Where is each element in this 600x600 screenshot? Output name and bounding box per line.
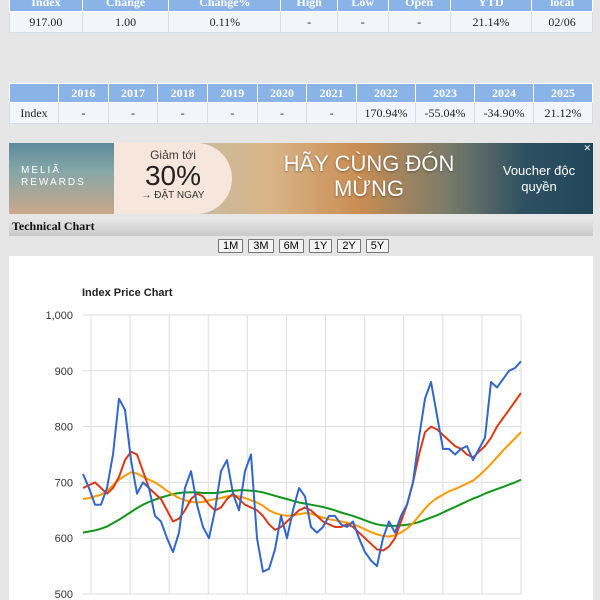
y-tick-label: 900: [55, 366, 73, 378]
summary-row: 917.00 1.00 0.11% - - - 21.14% 02/06: [9, 11, 593, 33]
yearly-cell: 21.12%: [533, 102, 593, 124]
summary-table: Index Change Change% High Low Open YTD l…: [9, 0, 593, 33]
y-tick-label: 600: [55, 533, 73, 545]
y-tick-label: 800: [55, 422, 73, 434]
chart-panel: Index Price Chart 1,000 900 800 700 600 500: [9, 256, 593, 600]
y-axis-ticks: 1,000 900 800 700 600 500: [45, 310, 73, 600]
summary-header-cell: Open: [387, 0, 451, 12]
yearly-row-label: Index: [9, 102, 59, 124]
ytd-value: 21.14%: [449, 11, 533, 33]
summary-header-cell: Change: [81, 0, 170, 12]
yearly-cell: -: [157, 102, 208, 124]
change-percent-value: 0.11%: [168, 11, 282, 33]
yearly-cell: -: [306, 102, 357, 124]
summary-header-cell: YTD: [449, 0, 533, 12]
chart-series: [82, 360, 522, 573]
high-value: -: [280, 11, 338, 33]
yearly-header-row: 2016 2017 2018 2019 2020 2021 2022 2023 …: [9, 83, 593, 103]
chart-title: Index Price Chart: [82, 287, 173, 299]
banner-headline: HÃY CÙNG ĐÓN MỪNG: [269, 151, 469, 201]
yearly-header-cell: 2018: [157, 83, 208, 103]
summary-header-cell: High: [280, 0, 338, 12]
yearly-performance-table: 2016 2017 2018 2019 2020 2021 2022 2023 …: [9, 83, 593, 124]
banner-headline-line: HÃY CÙNG ĐÓN: [283, 151, 455, 176]
yearly-cell: 170.94%: [356, 102, 416, 124]
yearly-header-cell: 2020: [256, 83, 308, 103]
summary-header-row: Index Change Change% High Low Open YTD l…: [9, 0, 593, 12]
yearly-header-cell: [9, 83, 59, 103]
range-button-2y[interactable]: 2Y: [337, 239, 361, 253]
y-tick-label: 700: [55, 477, 73, 489]
banner-headline-line: MỪNG: [333, 176, 405, 201]
technical-chart-header: Technical Chart: [9, 217, 593, 236]
low-value: -: [336, 11, 389, 33]
series-line-blue: [82, 360, 522, 573]
yearly-header-cell: 2024: [474, 83, 534, 103]
summary-header-cell: Index: [9, 0, 83, 12]
series-line-red: [82, 392, 522, 552]
local-time-value: 02/06: [531, 11, 593, 33]
y-tick-label: 500: [55, 589, 73, 600]
promo-discount: 30%: [144, 160, 202, 191]
index-price-chart: Index Price Chart 1,000 900 800 700 600 500: [45, 287, 522, 600]
summary-header-cell: local: [531, 0, 593, 12]
yearly-cell: -: [107, 102, 159, 124]
yearly-header-cell: 2017: [107, 83, 159, 103]
range-button-1m[interactable]: 1M: [218, 239, 244, 253]
yearly-cell: -55.04%: [415, 102, 475, 124]
yearly-header-cell: 2016: [58, 83, 109, 103]
yearly-cell: -: [256, 102, 308, 124]
banner-promo-badge[interactable]: Giảm tới 30% → ĐẶT NGAY: [114, 143, 232, 214]
change-value: 1.00: [81, 11, 170, 33]
banner-brand-name: MELIÃ: [21, 165, 62, 176]
range-button-3m[interactable]: 3M: [248, 239, 274, 253]
advertisement-banner[interactable]: MELIÃ REWARDS Giảm tới 30% → ĐẶT NGAY HÃ…: [9, 143, 593, 214]
yearly-cell: -: [206, 102, 258, 124]
range-button-5y[interactable]: 5Y: [365, 239, 390, 253]
yearly-cell: -34.90%: [474, 102, 534, 124]
ad-close-icon[interactable]: ✕: [583, 144, 591, 154]
yearly-header-cell: 2022: [356, 83, 416, 103]
banner-voucher-text: Voucher độc quyền: [502, 163, 576, 194]
yearly-header-cell: 2023: [415, 83, 475, 103]
promo-cta[interactable]: → ĐẶT NGAY: [114, 190, 232, 201]
chart-range-selector: 1M 3M 6M 1Y 2Y 5Y: [218, 239, 390, 253]
summary-header-cell: Low: [336, 0, 389, 12]
summary-header-cell: Change%: [168, 0, 282, 12]
technical-chart-title: Technical Chart: [12, 219, 95, 233]
y-tick-label: 1,000: [45, 310, 73, 322]
open-value: -: [387, 11, 451, 33]
range-button-1y[interactable]: 1Y: [308, 239, 333, 253]
yearly-header-cell: 2019: [206, 83, 258, 103]
banner-brand-subtitle: REWARDS: [21, 177, 86, 188]
yearly-cell: -: [58, 102, 109, 124]
index-value: 917.00: [9, 11, 83, 33]
yearly-row: Index - - - - - - 170.94% -55.04% -34.90…: [9, 102, 593, 124]
range-button-6m[interactable]: 6M: [278, 239, 304, 253]
yearly-header-cell: 2025: [533, 83, 593, 103]
banner-brand-logo: MELIÃ REWARDS: [21, 165, 86, 189]
yearly-header-cell: 2021: [306, 83, 357, 103]
